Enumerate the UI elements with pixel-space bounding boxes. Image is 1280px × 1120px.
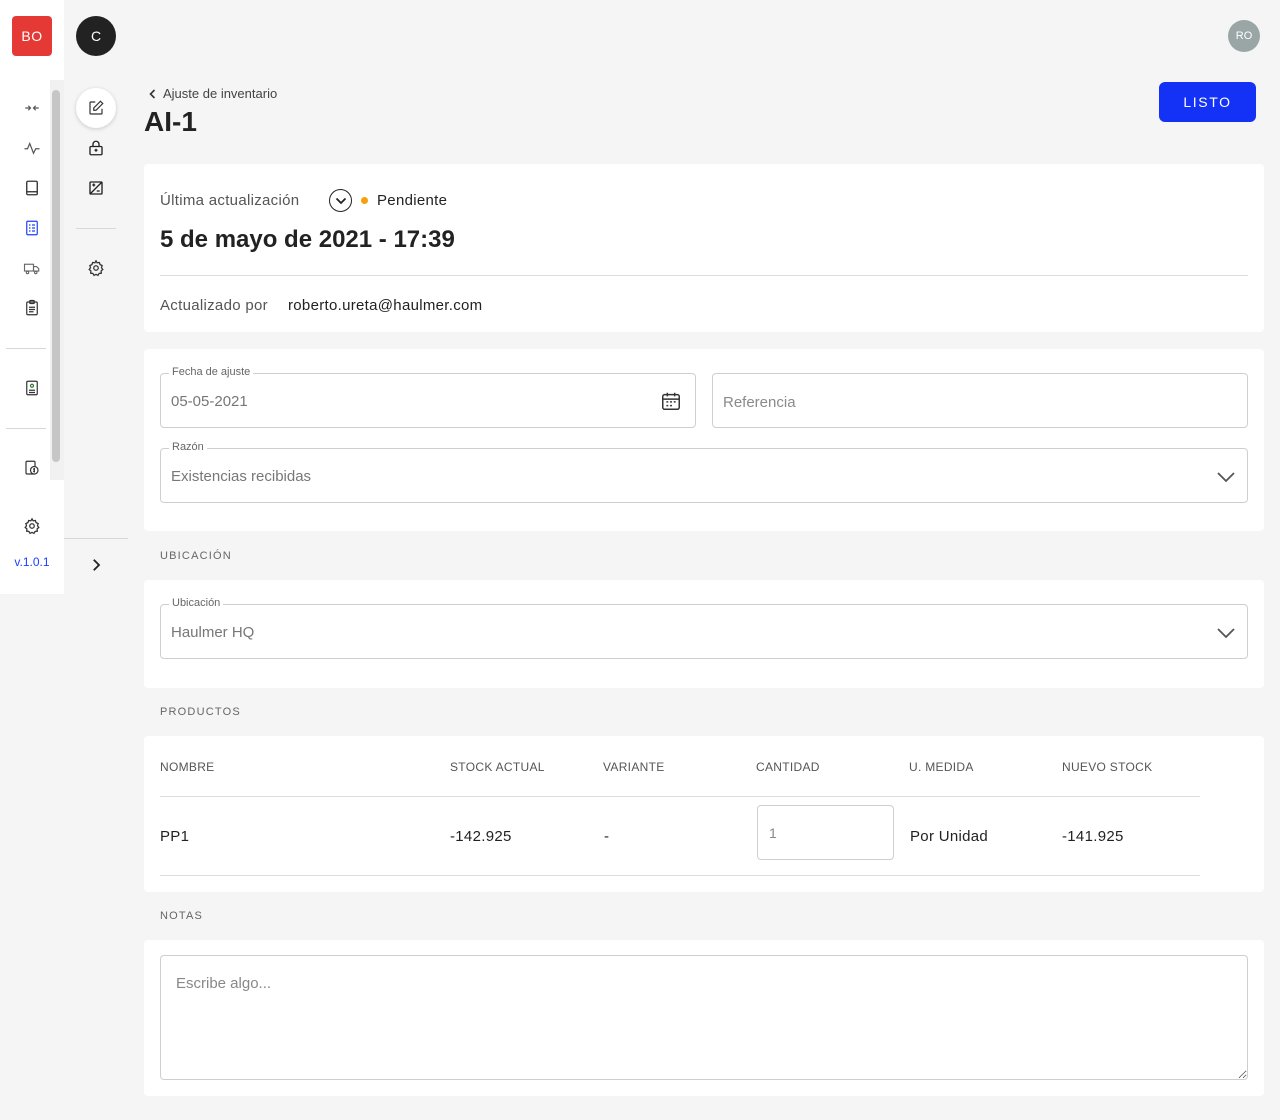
done-button[interactable]: LISTO — [1159, 82, 1256, 122]
products-table: NOMBRE STOCK ACTUAL VARIANTE CANTIDAD U.… — [144, 736, 1264, 892]
column-header-variant: VARIANTE — [603, 760, 665, 774]
rail-divider — [76, 228, 116, 229]
adjust-image-icon[interactable] — [84, 176, 108, 200]
product-name: PP1 — [160, 828, 190, 845]
transfer-icon[interactable] — [20, 96, 44, 120]
status-dropdown-button[interactable] — [329, 189, 352, 212]
clipboard-icon[interactable] — [20, 296, 44, 320]
app-version: v.1.0.1 — [14, 555, 50, 569]
adjustment-date-label: Fecha de ajuste — [169, 366, 254, 378]
gear-icon[interactable] — [20, 514, 44, 538]
page-title: AI-1 — [144, 106, 197, 137]
column-header-current-stock: STOCK ACTUAL — [450, 760, 545, 774]
column-header-unit: U. MEDIDA — [909, 760, 974, 774]
gear-icon[interactable] — [84, 256, 108, 280]
rail-divider — [64, 538, 128, 539]
chevron-right-icon[interactable] — [86, 554, 106, 576]
product-current-stock: -142.925 — [450, 828, 512, 845]
status-badge: Pendiente — [377, 192, 448, 209]
column-header-new-stock: NUEVO STOCK — [1062, 760, 1153, 774]
user-avatar[interactable]: RO — [1228, 20, 1260, 52]
chevron-down-icon[interactable] — [1215, 622, 1237, 644]
quantity-input[interactable] — [757, 805, 894, 860]
checklist-icon[interactable] — [20, 216, 44, 240]
product-variant: - — [604, 828, 610, 845]
notes-textarea[interactable] — [160, 955, 1248, 1080]
location-select[interactable]: Ubicación Haulmer HQ — [160, 597, 1248, 659]
product-new-stock: -141.925 — [1062, 828, 1124, 845]
product-unit: Por Unidad — [910, 828, 989, 845]
truck-icon[interactable] — [20, 256, 44, 280]
table-header-divider — [160, 796, 1200, 797]
column-header-name: NOMBRE — [160, 760, 215, 774]
reason-label: Razón — [169, 441, 207, 453]
location-card: Ubicación Haulmer HQ — [144, 580, 1264, 688]
company-avatar[interactable]: C — [76, 16, 116, 56]
money-document-icon[interactable] — [20, 456, 44, 480]
updated-by-email: roberto.ureta@haulmer.com — [288, 297, 483, 314]
products-section-title: PRODUCTOS — [160, 706, 241, 718]
app-logo[interactable]: BO — [12, 16, 52, 56]
chevron-down-icon[interactable] — [1215, 466, 1237, 488]
last-update-date: 5 de mayo de 2021 - 17:39 — [160, 226, 455, 253]
column-header-quantity: CANTIDAD — [756, 760, 820, 774]
status-card: Última actualización Pendiente 5 de mayo… — [144, 164, 1264, 332]
rail-divider — [6, 428, 46, 429]
location-value: Haulmer HQ — [171, 624, 255, 641]
sidebar-scrollbar[interactable] — [52, 90, 60, 462]
breadcrumb-label: Ajuste de inventario — [163, 86, 278, 101]
edit-icon[interactable] — [76, 88, 116, 128]
main-sidebar: BO v.1.0.1 — [0, 0, 64, 594]
status-indicator-dot — [361, 197, 368, 204]
document-user-icon[interactable] — [20, 376, 44, 400]
adjustment-date-field[interactable]: Fecha de ajuste 05-05-2021 — [160, 366, 696, 428]
reference-field[interactable]: Referencia — [712, 373, 1248, 428]
book-icon[interactable] — [20, 176, 44, 200]
adjustment-form-card: Fecha de ajuste 05-05-2021 Referencia Ra… — [144, 349, 1264, 531]
breadcrumb[interactable]: Ajuste de inventario — [148, 86, 277, 101]
divider — [160, 275, 1248, 276]
updated-by-label: Actualizado por — [160, 297, 268, 314]
rail-divider — [6, 348, 46, 349]
location-label: Ubicación — [169, 597, 224, 609]
activity-icon[interactable] — [20, 136, 44, 160]
section-sidebar: C — [64, 0, 128, 594]
reference-placeholder: Referencia — [723, 394, 796, 411]
reason-value: Existencias recibidas — [171, 468, 312, 485]
lock-box-icon[interactable] — [84, 136, 108, 160]
last-update-label: Última actualización — [160, 192, 300, 209]
adjustment-date-value: 05-05-2021 — [171, 393, 248, 410]
location-section-title: UBICACIÓN — [160, 550, 232, 562]
reason-select[interactable]: Razón Existencias recibidas — [160, 441, 1248, 503]
table-row-divider — [160, 875, 1200, 876]
chevron-left-icon — [149, 88, 156, 99]
chevron-down-icon — [335, 197, 346, 204]
notes-card — [144, 940, 1264, 1096]
calendar-icon[interactable] — [659, 389, 683, 413]
notes-section-title: NOTAS — [160, 910, 204, 922]
